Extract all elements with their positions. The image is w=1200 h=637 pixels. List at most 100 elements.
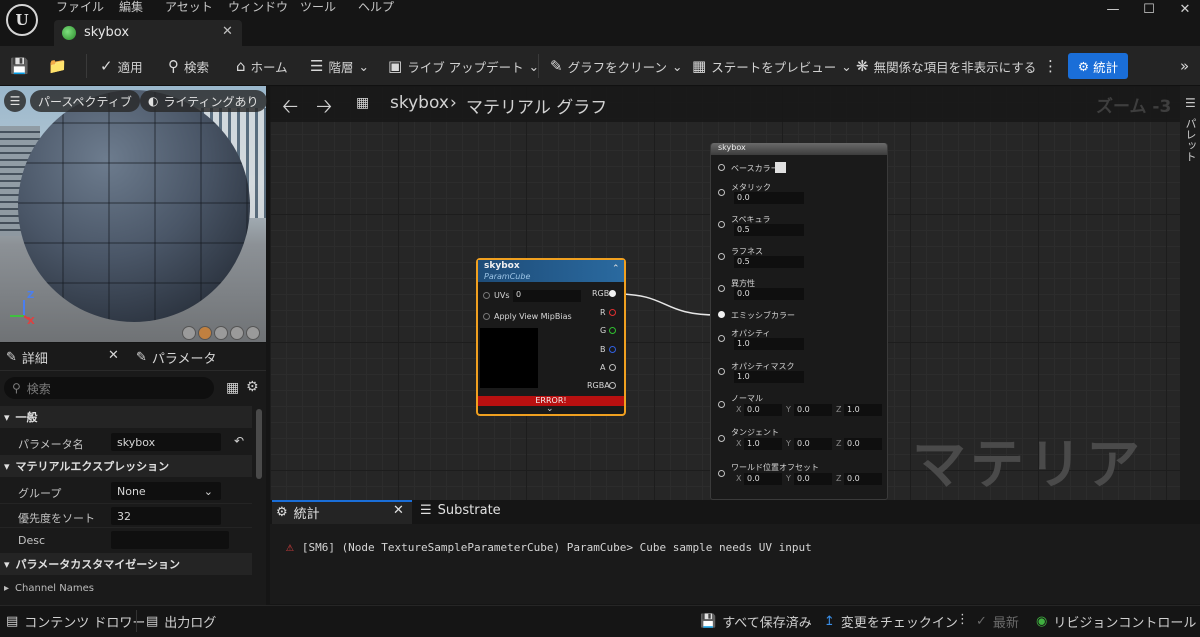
menu-help[interactable]: ヘルプ: [358, 0, 394, 14]
section-param-customization[interactable]: ▾ パラメータカスタマイゼーション: [0, 553, 252, 575]
cylinder-shape-icon[interactable]: [182, 326, 196, 340]
sync-latest-button[interactable]: ✓ 最新: [976, 612, 1019, 631]
content-drawer-button[interactable]: ▤ コンテンツ ドロワー: [6, 612, 145, 631]
menu-edit[interactable]: 編集: [119, 0, 143, 14]
details-search-input[interactable]: ⚲ 検索: [4, 377, 214, 399]
emissive-color-pin[interactable]: [718, 311, 725, 318]
table-view-icon[interactable]: ▦: [226, 380, 239, 396]
param-name-field[interactable]: skybox: [111, 433, 221, 451]
normal-pin[interactable]: [718, 401, 725, 408]
base-color-pin[interactable]: [718, 164, 725, 171]
statusbar-more-icon[interactable]: ⋮: [956, 612, 969, 627]
sort-priority-field[interactable]: 32: [111, 507, 221, 525]
live-update-button[interactable]: ▣ ライブ アップデート ⌄: [388, 46, 539, 86]
opacity-mask-field[interactable]: 1.0: [734, 371, 804, 383]
stats-tab-close-icon[interactable]: ✕: [393, 503, 404, 518]
normal-y-field[interactable]: 0.0: [794, 404, 832, 416]
normal-z-field[interactable]: 1.0: [844, 404, 882, 416]
tab-close-icon[interactable]: ✕: [222, 24, 233, 39]
section-material-expression[interactable]: ▾ マテリアルエクスプレッション: [0, 455, 252, 477]
browse-asset-icon[interactable]: 📁: [48, 46, 67, 86]
specular-field[interactable]: 0.5: [734, 224, 804, 236]
roughness-pin[interactable]: [718, 253, 725, 260]
details-tab-close-icon[interactable]: ✕: [108, 348, 119, 363]
checkin-changes-button[interactable]: ↥ 変更をチェックイン: [824, 612, 958, 631]
teapot-shape-icon[interactable]: [246, 326, 260, 340]
specular-pin[interactable]: [718, 221, 725, 228]
tangent-y-field[interactable]: 0.0: [794, 438, 832, 450]
opacity-pin[interactable]: [718, 335, 725, 342]
viewport-menu-icon[interactable]: ☰: [4, 90, 26, 112]
details-scrollbar[interactable]: [256, 409, 262, 479]
perspective-button[interactable]: パースペクティブ: [30, 90, 140, 112]
uvs-field[interactable]: 0: [513, 290, 581, 302]
sphere-shape-icon[interactable]: [198, 326, 212, 340]
search-button[interactable]: ⚲ 検索: [168, 46, 209, 86]
forward-arrow-icon[interactable]: 🡢: [316, 92, 332, 126]
plane-shape-icon[interactable]: [214, 326, 228, 340]
world-offset-pin[interactable]: [718, 470, 725, 477]
tangent-z-field[interactable]: 0.0: [844, 438, 882, 450]
more-options-icon[interactable]: ⋮: [1043, 46, 1058, 86]
world-offset-z-field[interactable]: 0.0: [844, 473, 882, 485]
save-icon[interactable]: 💾: [10, 46, 29, 86]
palette-tab[interactable]: パレット: [1184, 118, 1198, 162]
tangent-pin[interactable]: [718, 435, 725, 442]
clean-graph-button[interactable]: ✎ グラフをクリーン ⌄: [550, 46, 682, 86]
material-preview-viewport[interactable]: [0, 86, 266, 342]
output-rgb-pin[interactable]: [609, 290, 616, 297]
collapse-node-icon[interactable]: ⌃: [612, 264, 620, 274]
back-arrow-icon[interactable]: 🡠: [282, 92, 298, 126]
roughness-field[interactable]: 0.5: [734, 256, 804, 268]
metallic-field[interactable]: 0.0: [734, 192, 804, 204]
menu-asset[interactable]: アセット: [165, 0, 213, 14]
tab-substrate[interactable]: ☰ Substrate: [420, 503, 501, 518]
channel-names-row[interactable]: ▸ Channel Names: [4, 583, 94, 594]
home-button[interactable]: ⌂ ホーム: [236, 46, 288, 86]
output-g-pin[interactable]: [609, 327, 616, 334]
anisotropy-pin[interactable]: [718, 285, 725, 292]
lighting-button[interactable]: ◐ ライティングあり: [140, 90, 267, 112]
output-r-pin[interactable]: [609, 309, 616, 316]
expand-toolbar-icon[interactable]: »: [1180, 46, 1189, 86]
close-window-button[interactable]: ✕: [1176, 2, 1194, 18]
desc-field[interactable]: [111, 531, 229, 549]
hide-unrelated-button[interactable]: ❋ 無関係な項目を非表示にする: [856, 46, 1036, 86]
output-rgba-pin[interactable]: [609, 382, 616, 389]
maximize-button[interactable]: ☐: [1140, 2, 1158, 18]
tangent-x-field[interactable]: 1.0: [744, 438, 782, 450]
anisotropy-field[interactable]: 0.0: [734, 288, 804, 300]
unreal-logo-icon[interactable]: U: [6, 4, 38, 36]
preview-state-button[interactable]: ▦ ステートをプレビュー ⌄: [692, 46, 852, 86]
section-general[interactable]: ▾ 一般: [0, 406, 252, 428]
apply-button[interactable]: ✓ 適用: [100, 46, 143, 86]
menu-tools[interactable]: ツール: [300, 0, 336, 14]
output-b-pin[interactable]: [609, 346, 616, 353]
save-all-button[interactable]: 💾 すべて保存済み: [700, 612, 812, 631]
tab-skybox[interactable]: skybox ✕: [54, 20, 242, 46]
revision-control-button[interactable]: ◉リビジョンコントロール⌄: [1036, 612, 1200, 631]
world-offset-y-field[interactable]: 0.0: [794, 473, 832, 485]
hierarchy-button[interactable]: ☰ 階層 ⌄: [310, 46, 369, 86]
menu-window[interactable]: ウィンドウ: [228, 0, 288, 14]
normal-x-field[interactable]: 0.0: [744, 404, 782, 416]
opacity-field[interactable]: 1.0: [734, 338, 804, 350]
mipbias-input-pin[interactable]: [483, 313, 490, 320]
tab-stats[interactable]: ⚙ 統計: [276, 503, 320, 522]
tab-parameters[interactable]: ✎ パラメータ: [136, 348, 217, 367]
reset-arrow-icon[interactable]: ↶: [234, 434, 244, 448]
output-log-button[interactable]: ▤ 出力ログ: [146, 612, 216, 631]
expand-node-icon[interactable]: ⌄: [546, 404, 554, 414]
settings-gear-icon[interactable]: ⚙: [246, 379, 259, 395]
menu-file[interactable]: ファイル: [56, 0, 104, 14]
stats-button[interactable]: ⚙ 統計: [1068, 53, 1128, 79]
uvs-input-pin[interactable]: [483, 292, 490, 299]
opacity-mask-pin[interactable]: [718, 368, 725, 375]
tab-details[interactable]: ✎ 詳細: [6, 348, 48, 367]
base-color-swatch[interactable]: [775, 162, 786, 173]
world-offset-x-field[interactable]: 0.0: [744, 473, 782, 485]
cube-shape-icon[interactable]: [230, 326, 244, 340]
breadcrumb-root[interactable]: skybox: [390, 93, 449, 113]
minimize-button[interactable]: —: [1104, 2, 1122, 18]
metallic-pin[interactable]: [718, 189, 725, 196]
